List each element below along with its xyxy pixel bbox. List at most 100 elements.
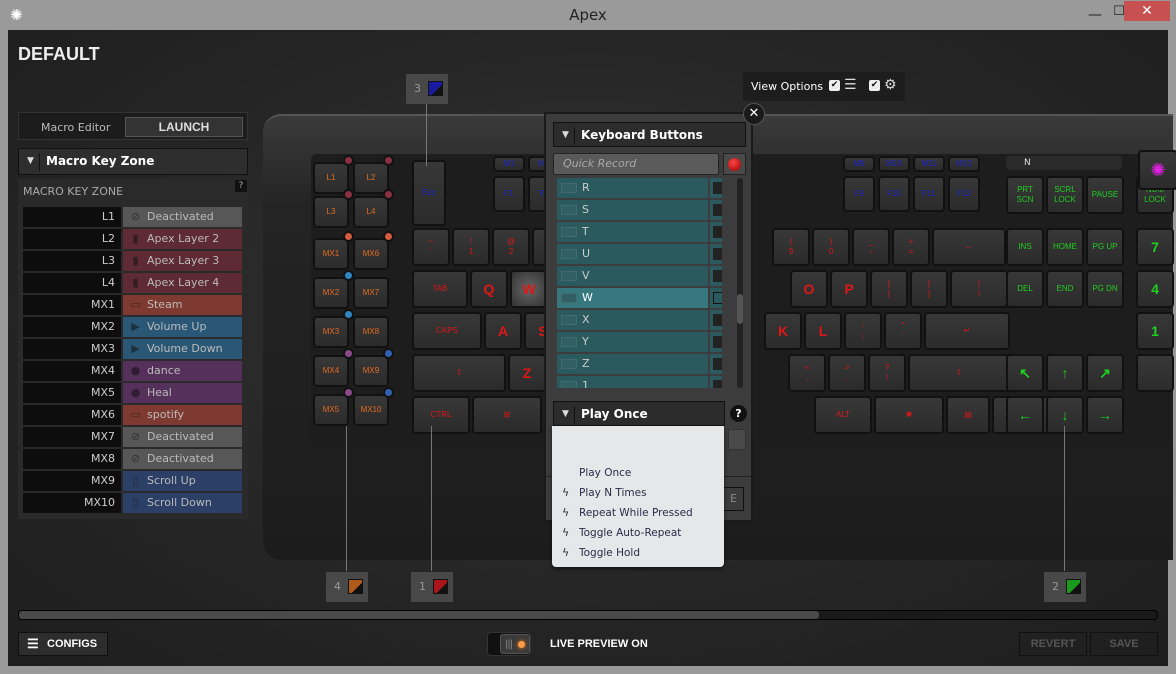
key-select-checkbox[interactable] bbox=[710, 200, 722, 220]
key-q-10[interactable]: P bbox=[830, 270, 868, 308]
key-m9[interactable]: M9 bbox=[843, 156, 875, 172]
zone-row[interactable]: MX9 ▯ Scroll Up bbox=[23, 471, 242, 491]
zone-row[interactable]: L1 ⊘ Deactivated bbox=[23, 207, 242, 227]
key-z-11[interactable]: ⇧ bbox=[908, 354, 1010, 392]
zone-dropdown[interactable]: ▼ Macro Key Zone bbox=[18, 148, 248, 175]
key-list-item[interactable]: T bbox=[557, 222, 708, 242]
zone-row[interactable]: L4 ▮ Apex Layer 4 bbox=[23, 273, 242, 293]
key-a-0[interactable]: CAPS bbox=[412, 312, 482, 350]
zone-assignment[interactable]: ⊘ Deactivated bbox=[123, 449, 242, 469]
key-select-checkbox[interactable] bbox=[710, 332, 722, 352]
key-numpad-4[interactable] bbox=[1136, 354, 1174, 392]
macro-key-mx10[interactable]: MX10 bbox=[353, 394, 389, 426]
category-dropdown[interactable]: ▼ Keyboard Buttons bbox=[553, 122, 746, 147]
key-select-checkbox[interactable] bbox=[710, 222, 722, 242]
key-bottom-4[interactable]: ALT bbox=[814, 396, 872, 434]
key-z-8[interactable]: < , bbox=[788, 354, 826, 392]
key-list-item[interactable]: V bbox=[557, 266, 708, 286]
key-a-12[interactable]: ↵ bbox=[924, 312, 1010, 350]
key-a-11[interactable]: " ' bbox=[884, 312, 922, 350]
key-select-checkbox[interactable] bbox=[710, 354, 722, 374]
key-q-13[interactable]: | \ bbox=[950, 270, 1008, 308]
macro-key-mx2[interactable]: MX2 bbox=[313, 277, 349, 309]
key-list-item[interactable]: R bbox=[557, 178, 708, 198]
zone-assignment[interactable]: ▮ Apex Layer 2 bbox=[123, 229, 242, 249]
launch-button[interactable]: LAUNCH bbox=[125, 117, 243, 137]
zone-row[interactable]: L3 ▮ Apex Layer 3 bbox=[23, 251, 242, 271]
scroll-thumb[interactable] bbox=[737, 294, 743, 324]
key-bottom-1[interactable]: ⊞ bbox=[472, 396, 542, 434]
zone-assignment[interactable]: ▮ Apex Layer 3 bbox=[123, 251, 242, 271]
key-arrow-3[interactable]: ← bbox=[1006, 396, 1044, 434]
zone-assignment[interactable]: ▭ spotify bbox=[123, 405, 242, 425]
macro-key-l3[interactable]: L3 bbox=[313, 196, 349, 228]
key-q-11[interactable]: { [ bbox=[870, 270, 908, 308]
key-nav-5[interactable]: PG UP bbox=[1086, 228, 1124, 266]
key-num-2[interactable]: @ 2 bbox=[492, 228, 530, 266]
key-a-10[interactable]: : ; bbox=[844, 312, 882, 350]
key-z-10[interactable]: ? / bbox=[868, 354, 906, 392]
key-nav-2[interactable]: PAUSE bbox=[1086, 176, 1124, 214]
zone-assignment[interactable]: ▯ Scroll Down bbox=[123, 493, 242, 513]
key-z-9[interactable]: > . bbox=[828, 354, 866, 392]
key-num-1[interactable]: ! 1 bbox=[452, 228, 490, 266]
key-select-checkbox[interactable] bbox=[710, 310, 722, 330]
popup-close-button[interactable]: ✕ bbox=[743, 103, 765, 125]
key-q-12[interactable]: } ] bbox=[910, 270, 948, 308]
key-num-9[interactable]: ( 9 bbox=[772, 228, 810, 266]
key-nav-4[interactable]: HOME bbox=[1046, 228, 1084, 266]
key-nav-0[interactable]: PRT SCN bbox=[1006, 176, 1044, 214]
scroll-thumb[interactable] bbox=[19, 611, 819, 619]
key-nav-8[interactable]: PG DN bbox=[1086, 270, 1124, 308]
key-arrow-1[interactable]: ↑ bbox=[1046, 354, 1084, 392]
macro-key-mx6[interactable]: MX6 bbox=[353, 238, 389, 270]
key-list-item[interactable]: U bbox=[557, 244, 708, 264]
key-numpad-1[interactable]: 7 bbox=[1136, 228, 1174, 266]
live-preview-toggle[interactable]: ||| bbox=[487, 632, 531, 656]
key-select-checkbox[interactable] bbox=[710, 244, 722, 264]
key-nav-1[interactable]: SCRL LOCK bbox=[1046, 176, 1084, 214]
zone-row[interactable]: MX10 ▯ Scroll Down bbox=[23, 493, 242, 513]
zone-assignment[interactable]: ▶ Volume Down bbox=[123, 339, 242, 359]
show-labels-checkbox[interactable]: ✔ bbox=[829, 80, 840, 91]
zone-assignment[interactable]: ● Heal bbox=[123, 383, 242, 403]
revert-button[interactable]: REVERT bbox=[1019, 632, 1087, 656]
zone-assignment[interactable]: ▮ Apex Layer 4 bbox=[123, 273, 242, 293]
key-bottom-0[interactable]: CTRL bbox=[412, 396, 470, 434]
key-num-10[interactable]: ) 0 bbox=[812, 228, 850, 266]
key-a-8[interactable]: K bbox=[764, 312, 802, 350]
key-select-checkbox[interactable] bbox=[710, 178, 722, 198]
macro-key-mx1[interactable]: MX1 bbox=[313, 238, 349, 270]
macro-key-mx8[interactable]: MX8 bbox=[353, 316, 389, 348]
key-num-12[interactable]: + = bbox=[892, 228, 930, 266]
key-select-checkbox[interactable] bbox=[710, 288, 722, 308]
key-arrow-4[interactable]: ↓ bbox=[1046, 396, 1084, 434]
key-list-item[interactable]: Y bbox=[557, 332, 708, 352]
key-z-0[interactable]: ⇧ bbox=[412, 354, 506, 392]
key-esc[interactable]: Esc bbox=[412, 160, 446, 226]
key-f12[interactable]: F12 bbox=[948, 176, 980, 212]
color-swatch[interactable] bbox=[433, 579, 448, 594]
key-m10[interactable]: M10 bbox=[878, 156, 910, 172]
zone-assignment[interactable]: ⊘ Deactivated bbox=[123, 207, 242, 227]
quick-record-input[interactable]: Quick Record bbox=[553, 153, 719, 175]
key-list-item[interactable]: W bbox=[557, 288, 708, 308]
zone-row[interactable]: MX3 ▶ Volume Down bbox=[23, 339, 242, 359]
key-nav-6[interactable]: DEL bbox=[1006, 270, 1044, 308]
play-mode-option[interactable]: ϟ Toggle Auto-Repeat bbox=[552, 523, 724, 543]
key-numpad-2[interactable]: 4 bbox=[1136, 270, 1174, 308]
key-nav-3[interactable]: INS bbox=[1006, 228, 1044, 266]
macro-key-mx5[interactable]: MX5 bbox=[313, 394, 349, 426]
key-list-item[interactable]: S bbox=[557, 200, 708, 220]
macro-key-mx4[interactable]: MX4 bbox=[313, 355, 349, 387]
key-q-1[interactable]: Q bbox=[470, 270, 508, 308]
zone-row[interactable]: MX8 ⊘ Deactivated bbox=[23, 449, 242, 469]
zone-row[interactable]: MX5 ● Heal bbox=[23, 383, 242, 403]
key-bottom-6[interactable]: ▤ bbox=[946, 396, 990, 434]
key-a-9[interactable]: L bbox=[804, 312, 842, 350]
zone-assignment[interactable]: ▭ Steam bbox=[123, 295, 242, 315]
key-list-item[interactable]: 1 bbox=[557, 376, 708, 388]
color-swatch[interactable] bbox=[348, 579, 363, 594]
zone-row[interactable]: MX1 ▭ Steam bbox=[23, 295, 242, 315]
key-list-item[interactable]: Z bbox=[557, 354, 708, 374]
